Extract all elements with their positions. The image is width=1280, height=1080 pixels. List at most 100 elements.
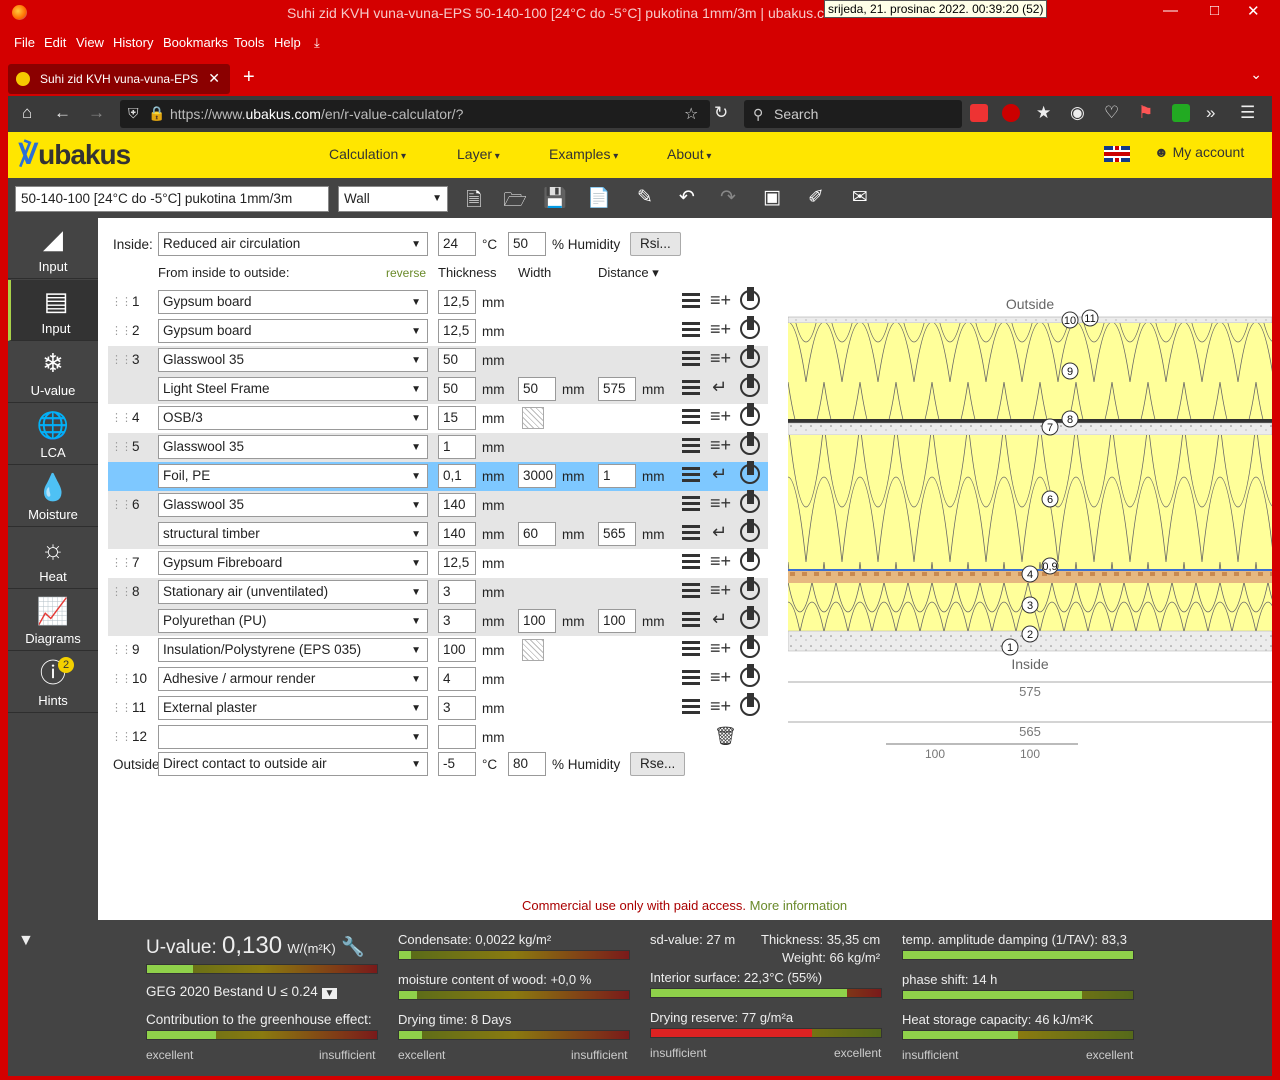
- pocket-icon[interactable]: ♡: [1104, 103, 1119, 123]
- add-layer-icon[interactable]: ≡+: [710, 290, 731, 311]
- undo-icon[interactable]: ↶: [675, 186, 699, 210]
- power-toggle-icon[interactable]: [740, 374, 760, 397]
- insert-arrow-icon[interactable]: ↵: [712, 609, 727, 630]
- fullscreen-icon[interactable]: ▣: [760, 186, 784, 210]
- flag-ext-icon[interactable]: ⚑: [1138, 103, 1153, 123]
- distance-header[interactable]: Distance ▾: [598, 265, 659, 281]
- redo-icon[interactable]: ↷: [716, 186, 740, 210]
- layer-menu-icon[interactable]: [682, 351, 700, 367]
- layer-menu-icon[interactable]: [682, 554, 700, 570]
- power-toggle-icon[interactable]: [740, 664, 760, 687]
- add-layer-icon[interactable]: ≡+: [710, 348, 731, 369]
- power-toggle-icon[interactable]: [740, 287, 760, 310]
- new-tab-icon[interactable]: +: [243, 66, 255, 89]
- thickness-input[interactable]: 3: [438, 609, 476, 633]
- material-select[interactable]: Gypsum board: [158, 319, 428, 343]
- layer-menu-icon[interactable]: [682, 612, 700, 628]
- sidebar-item-diagrams[interactable]: 📈 Diagrams: [8, 590, 98, 651]
- sidebar-item-heat[interactable]: ☼ Heat: [8, 528, 98, 589]
- rse-button[interactable]: Rse...: [630, 752, 686, 776]
- layer-row[interactable]: ⋮⋮6 Glasswool 35 140 mm ≡+: [108, 490, 768, 520]
- thickness-input[interactable]: 3: [438, 580, 476, 604]
- layer-marker[interactable]: 7: [1041, 418, 1059, 436]
- material-select[interactable]: structural timber: [158, 522, 428, 546]
- star-icon[interactable]: ★: [1036, 103, 1051, 123]
- sidebar-item-moisture[interactable]: 💧 Moisture: [8, 466, 98, 527]
- layer-row[interactable]: ⋮⋮12 mm 🗑: [108, 723, 768, 752]
- material-select[interactable]: Foil, PE: [158, 464, 428, 488]
- add-layer-icon[interactable]: ≡+: [710, 667, 731, 688]
- menu-file[interactable]: File: [14, 35, 35, 50]
- layer-marker[interactable]: 11: [1081, 309, 1099, 327]
- layer-row[interactable]: ⋮⋮4 OSB/3 15 mm ≡+: [108, 403, 768, 433]
- ubakus-logo[interactable]: ℣ubakus: [18, 138, 131, 171]
- save-icon[interactable]: 💾: [543, 186, 567, 210]
- material-select[interactable]: Adhesive / armour render: [158, 667, 428, 691]
- outside-temp-input[interactable]: -5: [438, 752, 476, 776]
- nav-about[interactable]: About: [667, 146, 711, 162]
- material-select[interactable]: External plaster: [158, 696, 428, 720]
- sidebar-item-u-value[interactable]: ❄ U-value: [8, 342, 98, 403]
- trash-icon[interactable]: 🗑: [714, 726, 737, 747]
- drag-handle-icon[interactable]: ⋮⋮: [111, 701, 132, 714]
- sidebar-item-hints[interactable]: ⓘ Hints 2: [8, 652, 98, 713]
- add-layer-icon[interactable]: ≡+: [710, 638, 731, 659]
- power-toggle-icon[interactable]: [740, 461, 760, 484]
- layer-row[interactable]: ⋮⋮2 Gypsum board 12,5 mm ≡+: [108, 316, 768, 346]
- thickness-input[interactable]: 12,5: [438, 551, 476, 575]
- material-select[interactable]: Gypsum Fibreboard: [158, 551, 428, 575]
- sidebar-item-input[interactable]: ◢ Input: [8, 218, 98, 279]
- back-icon[interactable]: ←: [54, 103, 71, 123]
- add-layer-icon[interactable]: ≡+: [710, 580, 731, 601]
- power-toggle-icon[interactable]: [740, 577, 760, 600]
- tab-list-icon[interactable]: ⌄: [1250, 66, 1262, 83]
- insert-arrow-icon[interactable]: ↵: [712, 377, 727, 398]
- layer-marker[interactable]: 9: [1061, 362, 1079, 380]
- home-icon[interactable]: ⌂: [22, 103, 32, 123]
- drag-handle-icon[interactable]: ⋮⋮: [111, 556, 132, 569]
- green-ext-icon[interactable]: [1172, 104, 1190, 122]
- material-select[interactable]: Glasswool 35: [158, 493, 428, 517]
- thickness-input[interactable]: 4: [438, 667, 476, 691]
- layer-menu-icon[interactable]: [682, 583, 700, 599]
- rsi-button[interactable]: Rsi...: [630, 232, 681, 256]
- layer-marker[interactable]: 0,9: [1041, 557, 1059, 575]
- layer-menu-icon[interactable]: [682, 322, 700, 338]
- thickness-input[interactable]: 1: [438, 435, 476, 459]
- power-toggle-icon[interactable]: [740, 316, 760, 339]
- layer-menu-icon[interactable]: [682, 525, 700, 541]
- layer-row[interactable]: Light Steel Frame 50 mm 50 mm 575 mm ↵: [108, 374, 768, 404]
- layer-row[interactable]: ⋮⋮11 External plaster 3 mm ≡+: [108, 693, 768, 723]
- thickness-input[interactable]: 3: [438, 696, 476, 720]
- browser-tab[interactable]: Suhi zid KVH vuna-vuna-EPS 50 ✕: [8, 64, 230, 94]
- reverse-link[interactable]: reverse: [386, 266, 426, 280]
- wrench-icon[interactable]: 🔧: [341, 937, 365, 958]
- layer-row[interactable]: ⋮⋮7 Gypsum Fibreboard 12,5 mm ≡+: [108, 548, 768, 578]
- thickness-input[interactable]: 140: [438, 493, 476, 517]
- layer-row[interactable]: structural timber 140 mm 60 mm 565 mm ↵: [108, 519, 768, 549]
- material-select[interactable]: Insulation/Polystyrene (EPS 035): [158, 638, 428, 662]
- width-input[interactable]: 100: [518, 609, 556, 633]
- power-toggle-icon[interactable]: [740, 403, 760, 426]
- layer-row[interactable]: ⋮⋮8 Stationary air (unventilated) 3 mm ≡+: [108, 577, 768, 607]
- minimize-icon[interactable]: —: [1163, 2, 1178, 19]
- standard-select[interactable]: GEG 2020 Bestand U ≤ 0.24 ▼: [146, 984, 338, 999]
- edit-icon[interactable]: ✎: [633, 186, 657, 210]
- hatch-pattern-icon[interactable]: [522, 639, 544, 661]
- close-window-icon[interactable]: ✕: [1247, 2, 1260, 20]
- sidebar-item-lca[interactable]: 🌐 LCA: [8, 404, 98, 465]
- distance-input[interactable]: 100: [598, 609, 636, 633]
- layer-menu-icon[interactable]: [682, 438, 700, 454]
- project-name-input[interactable]: 50-140-100 [24°C do -5°C] pukotina 1mm/3…: [15, 186, 329, 212]
- add-layer-icon[interactable]: ≡+: [710, 319, 731, 340]
- outside-humidity-input[interactable]: 80: [508, 752, 546, 776]
- nav-layer[interactable]: Layer: [457, 146, 500, 162]
- drag-handle-icon[interactable]: ⋮⋮: [111, 440, 132, 453]
- distance-input[interactable]: 565: [598, 522, 636, 546]
- layer-row[interactable]: ⋮⋮5 Glasswool 35 1 mm ≡+: [108, 432, 768, 462]
- layer-row[interactable]: ⋮⋮10 Adhesive / armour render 4 mm ≡+: [108, 664, 768, 694]
- power-toggle-icon[interactable]: [740, 519, 760, 542]
- width-input[interactable]: 3000: [518, 464, 556, 488]
- menu-help[interactable]: Help: [274, 35, 301, 50]
- download-icon[interactable]: ⤓: [314, 35, 320, 51]
